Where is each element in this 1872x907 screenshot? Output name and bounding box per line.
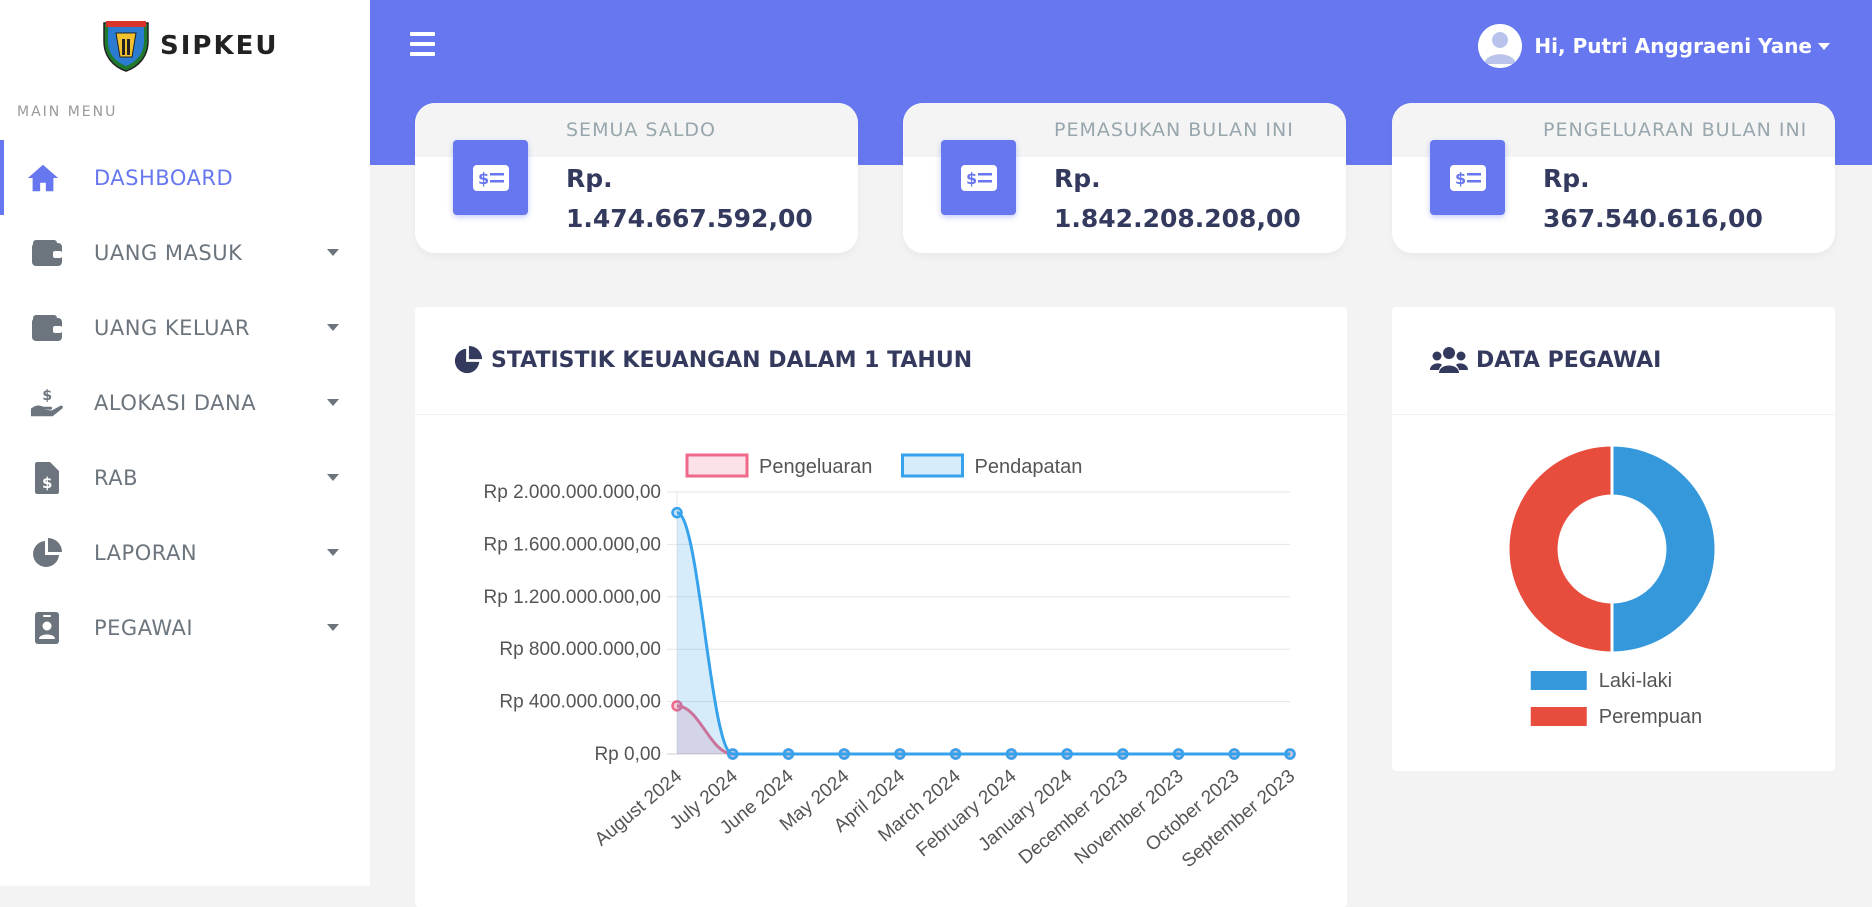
series-line — [676, 704, 1290, 756]
sidebar-item-label: ALOKASI DANA — [94, 390, 257, 415]
legend-swatch — [685, 453, 749, 478]
brand-name: SIPKEU — [160, 31, 279, 61]
stat-card-title: PENGELUARAN BULAN INI — [1543, 119, 1808, 141]
svg-text:$: $ — [966, 169, 977, 188]
data-point[interactable] — [671, 506, 683, 519]
data-point[interactable] — [1228, 748, 1241, 760]
y-tick-label: Rp 1.200.000.000,00 — [484, 587, 662, 608]
chart-pie-icon — [30, 536, 64, 570]
money-bill-icon: $ — [1430, 140, 1505, 215]
legend-swatch — [901, 453, 964, 478]
legend-swatch — [1530, 707, 1587, 726]
wallet-icon — [30, 236, 64, 270]
home-icon — [26, 161, 60, 195]
svg-text:$: $ — [478, 169, 489, 188]
wallet-icon — [30, 311, 64, 345]
series-area — [677, 512, 1290, 754]
chevron-down-icon — [1818, 42, 1830, 50]
legend-label[interactable]: Pengeluaran — [759, 456, 872, 478]
regional-crest-logo — [98, 19, 154, 73]
y-tick-label: Rp 400.000.000,00 — [499, 692, 661, 713]
file-invoice-dollar-icon: $ — [30, 461, 64, 495]
sidebar-item-label: UANG KELUAR — [94, 315, 250, 340]
data-point[interactable] — [1061, 748, 1073, 760]
doughnut-slice[interactable] — [1506, 443, 1614, 655]
hand-holding-usd-icon: $ — [30, 386, 64, 420]
sidebar-item-dashboard[interactable]: DASHBOARD — [0, 140, 370, 215]
sidebar-item-label: LAPORAN — [94, 540, 198, 565]
brand[interactable]: SIPKEU — [98, 18, 278, 74]
stat-card-saldo: $ SEMUA SALDO Rp. 1.474.667.592,00 — [415, 103, 858, 253]
svg-text:$: $ — [42, 474, 52, 492]
svg-text:$: $ — [42, 388, 52, 404]
sidebar-item-uang-keluar[interactable]: UANG KELUAR — [0, 290, 370, 365]
y-tick-label: Rp 1.600.000.000,00 — [484, 534, 662, 555]
data-point[interactable] — [1172, 748, 1185, 760]
y-tick-label: Rp 2.000.000.000,00 — [484, 482, 662, 503]
employee-gender-doughnut-chart: Laki-laki Perempuan — [1506, 443, 1718, 728]
avatar — [1478, 24, 1523, 68]
data-point[interactable] — [894, 748, 906, 760]
series-area — [677, 705, 1290, 754]
sidebar-item-uang-masuk[interactable]: UANG MASUK — [0, 215, 370, 290]
sidebar: SIPKEU MAIN MENU DASHBOARD UANG MASUK UA… — [0, 0, 370, 886]
stats-panel: STATISTIK KEUANGAN DALAM 1 TAHUN Rp 0,00… — [415, 307, 1347, 907]
money-bill-icon: $ — [941, 140, 1016, 215]
doughnut-slice[interactable] — [1610, 443, 1718, 655]
menu-heading: MAIN MENU — [17, 104, 118, 120]
stat-card-value: Rp. 367.540.616,00 — [1543, 164, 1763, 233]
finance-line-chart: Rp 0,00 Rp 400.000.000,00 Rp 800.000.000,0… — [484, 453, 1299, 872]
legend-label[interactable]: Pendapatan — [975, 456, 1083, 478]
data-point[interactable] — [782, 748, 795, 760]
stat-card-title: PEMASUKAN BULAN INI — [1054, 119, 1294, 141]
data-point[interactable] — [1005, 748, 1018, 760]
stat-card-pemasukan: $ PEMASUKAN BULAN INI Rp. 1.842.208.208,… — [903, 103, 1346, 253]
sidebar-item-rab[interactable]: $ RAB — [0, 440, 370, 515]
sidebar-item-label: DASHBOARD — [94, 165, 234, 190]
data-point[interactable] — [1284, 748, 1296, 760]
employee-panel: DATA PEGAWAI Laki-laki Perempuan — [1392, 307, 1835, 771]
sidebar-item-alokasi-dana[interactable]: $ ALOKASI DANA — [0, 365, 370, 440]
sidebar-item-pegawai[interactable]: PEGAWAI — [0, 590, 370, 665]
sidebar-item-label: PEGAWAI — [94, 615, 194, 640]
chevron-down-icon — [327, 399, 339, 406]
data-point[interactable] — [949, 748, 962, 760]
hamburger-menu-icon[interactable] — [410, 32, 435, 56]
sidebar-item-label: RAB — [94, 465, 139, 490]
data-point[interactable] — [838, 748, 850, 760]
chevron-down-icon — [327, 474, 339, 481]
stat-card-value: Rp. 1.842.208.208,00 — [1054, 164, 1301, 233]
id-badge-icon — [30, 611, 64, 645]
sidebar-item-laporan[interactable]: LAPORAN — [0, 515, 370, 590]
money-bill-icon: $ — [453, 140, 528, 215]
y-tick-label: Rp 800.000.000,00 — [499, 639, 661, 660]
stat-card-value: Rp. 1.474.667.592,00 — [566, 164, 813, 233]
chevron-down-icon — [327, 324, 339, 331]
legend-label[interactable]: Laki-laki — [1599, 670, 1672, 692]
chevron-down-icon — [327, 549, 339, 556]
svg-text:$: $ — [1455, 169, 1466, 188]
x-tick-label: August 2024 — [591, 765, 687, 850]
stat-card-title: SEMUA SALDO — [566, 119, 716, 141]
sidebar-item-label: UANG MASUK — [94, 240, 243, 265]
chevron-down-icon — [327, 624, 339, 631]
legend-swatch — [1530, 671, 1587, 690]
chevron-down-icon — [327, 249, 339, 256]
series-line — [676, 511, 1290, 756]
legend-label[interactable]: Perempuan — [1599, 706, 1702, 728]
data-point[interactable] — [1117, 748, 1129, 760]
data-point[interactable] — [726, 748, 739, 760]
user-menu[interactable]: Hi, Putri Anggraeni Yane — [1478, 24, 1830, 68]
user-greeting: Hi, Putri Anggraeni Yane — [1534, 34, 1812, 58]
stat-card-pengeluaran: $ PENGELUARAN BULAN INI Rp. 367.540.616,… — [1392, 103, 1835, 253]
y-tick-label: Rp 0,00 — [594, 744, 661, 765]
